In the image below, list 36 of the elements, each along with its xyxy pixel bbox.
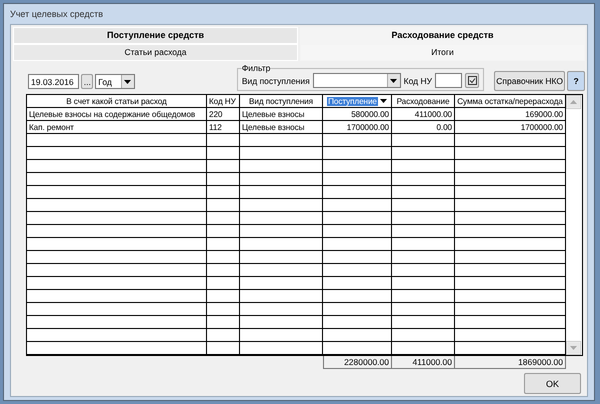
ok-button[interactable]: OK bbox=[524, 373, 581, 394]
field-label: Вид поступления bbox=[242, 76, 310, 86]
caret-icon bbox=[386, 74, 400, 87]
column-header[interactable]: Поступление bbox=[323, 95, 392, 108]
filter-title: Фильтр bbox=[242, 64, 270, 73]
tab[interactable]: Расходование средств bbox=[300, 27, 585, 44]
browse-button[interactable]: ... bbox=[81, 74, 94, 89]
tab[interactable]: Статьи расхода bbox=[13, 44, 298, 61]
caret-icon bbox=[120, 75, 134, 88]
column-header[interactable]: В счет какой статьи расход bbox=[27, 95, 207, 108]
income-type-dropdown[interactable] bbox=[312, 73, 401, 88]
total-cell: 411000.00 bbox=[392, 356, 455, 369]
column-title: Поступление bbox=[327, 96, 378, 106]
total-cell: 2280000.00 bbox=[323, 356, 392, 369]
checklist-button[interactable] bbox=[465, 73, 480, 88]
column-header[interactable]: Вид поступления bbox=[240, 95, 323, 108]
column-header[interactable]: Код НУ bbox=[207, 95, 240, 108]
field-label: Код НУ bbox=[404, 76, 432, 86]
period-dropdown[interactable]: Год bbox=[95, 74, 135, 89]
reference-button[interactable]: Справочник НКО bbox=[494, 71, 566, 91]
table-cell: Целевые взносы bbox=[240, 108, 323, 121]
window-title: Учет целевых средств bbox=[9, 8, 104, 21]
total-cell: 1869000.00 bbox=[455, 356, 566, 369]
date-field[interactable]: 19.03.2016 bbox=[28, 74, 80, 89]
table-cell: 411000.00 bbox=[392, 108, 455, 121]
checkbox-icon bbox=[468, 76, 477, 85]
code-field[interactable] bbox=[435, 73, 462, 88]
table-cell: 220 bbox=[207, 108, 240, 121]
table-cell: 580000.00 bbox=[323, 108, 392, 121]
tab[interactable]: Итоги bbox=[300, 44, 585, 61]
caret-icon bbox=[380, 99, 387, 103]
column-header[interactable]: Сумма остатка/перерасхода bbox=[455, 95, 566, 108]
column-header[interactable]: Расходование bbox=[392, 95, 455, 108]
tab[interactable]: Поступление средств bbox=[13, 27, 298, 44]
help-button[interactable]: ? bbox=[567, 71, 585, 91]
table-cell: Целевые взносы на содержание общедомов bbox=[27, 108, 207, 121]
